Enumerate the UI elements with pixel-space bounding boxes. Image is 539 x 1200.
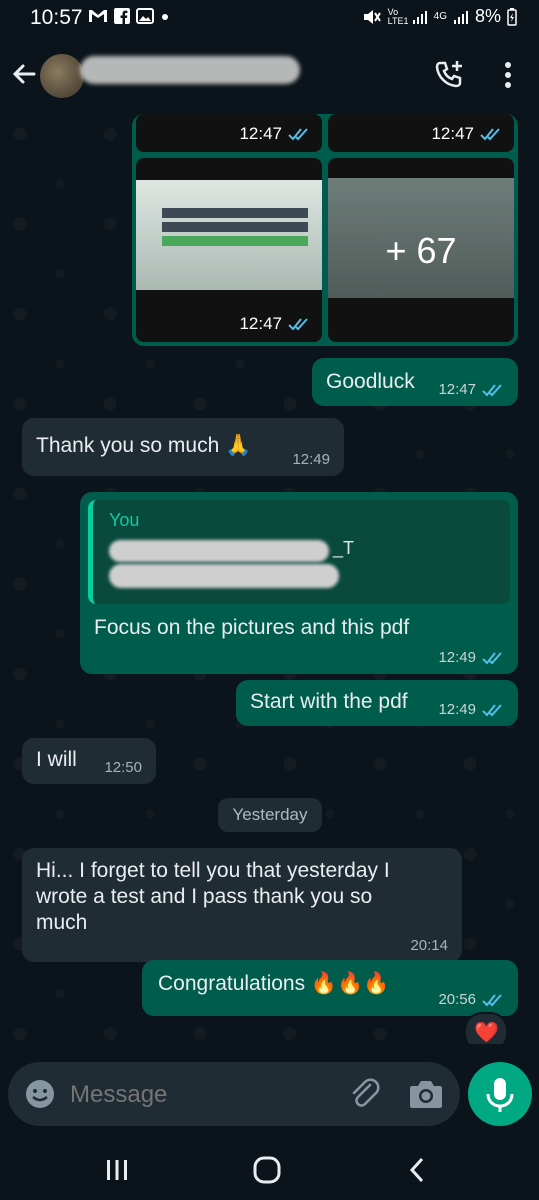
recent-apps-icon[interactable] xyxy=(102,1158,132,1182)
read-ticks-icon xyxy=(288,318,308,331)
camera-icon[interactable] xyxy=(408,1078,444,1110)
system-nav-bar xyxy=(0,1140,539,1200)
read-ticks-icon xyxy=(480,128,500,141)
add-call-icon[interactable] xyxy=(432,58,466,92)
read-ticks-icon xyxy=(482,383,502,396)
photo-time: 12:47 xyxy=(239,124,310,144)
message-meta: 12:49 xyxy=(438,701,504,718)
photo-time: 12:47 xyxy=(431,124,502,144)
dot-icon xyxy=(162,14,168,20)
network-labels: Vo LTE1 xyxy=(387,6,409,26)
read-ticks-icon xyxy=(482,651,502,664)
photo-time: 12:47 xyxy=(239,314,310,334)
status-time: 10:57 xyxy=(30,6,83,29)
heart-reaction[interactable]: ❤️ xyxy=(464,1012,508,1044)
quote-redacted xyxy=(109,564,339,588)
home-icon[interactable] xyxy=(252,1156,282,1184)
signal-1-icon xyxy=(412,10,427,24)
read-ticks-icon xyxy=(288,128,308,141)
photo-bottom-left[interactable]: 12:47 xyxy=(136,158,322,342)
message-text: Hi... I forget to tell you that yesterda… xyxy=(36,859,390,934)
quoted-message[interactable]: You _T xyxy=(88,500,510,604)
more-vert-icon[interactable] xyxy=(496,60,520,90)
back-arrow-icon[interactable] xyxy=(8,58,40,90)
message-text: Start with the pdf xyxy=(250,690,408,713)
mute-icon xyxy=(363,9,381,24)
photo-screen xyxy=(136,180,322,290)
gallery-icon xyxy=(136,8,154,24)
facebook-icon xyxy=(114,8,130,24)
message-outgoing[interactable]: Goodluck 12:47 xyxy=(312,358,518,406)
chat-header xyxy=(0,36,539,114)
message-input[interactable] xyxy=(68,1080,312,1110)
message-text: Congratulations 🔥🔥🔥 xyxy=(158,972,390,995)
message-meta: 12:50 xyxy=(104,759,142,776)
read-ticks-icon xyxy=(482,993,502,1006)
contact-name[interactable] xyxy=(80,56,300,84)
message-incoming[interactable]: I will 12:50 xyxy=(22,738,156,784)
notification-icons xyxy=(88,8,170,24)
status-bar: 10:57 Vo LTE1 4G 8% xyxy=(0,0,539,36)
battery-level: 8% xyxy=(474,6,501,26)
message-meta: 12:49 xyxy=(292,451,330,468)
message-incoming[interactable]: Thank you so much 🙏 12:49 xyxy=(22,418,344,476)
more-photos-count: + 67 xyxy=(385,230,457,271)
message-text: Goodluck xyxy=(326,370,415,393)
message-meta: 20:14 xyxy=(410,937,448,954)
photo-top-right[interactable]: 12:47 xyxy=(328,114,514,152)
avatar[interactable] xyxy=(40,54,84,98)
battery-charging-icon xyxy=(507,7,517,26)
date-separator: Yesterday xyxy=(218,798,322,832)
message-outgoing-reply[interactable]: You _T Focus on the pictures and this pd… xyxy=(80,492,518,674)
message-outgoing[interactable]: Start with the pdf 12:49 xyxy=(236,680,518,726)
attach-icon[interactable] xyxy=(346,1076,382,1112)
media-album[interactable]: 12:47 12:47 12:47 + 67 xyxy=(132,114,518,346)
message-incoming[interactable]: Hi... I forget to tell you that yesterda… xyxy=(22,848,462,962)
quote-redacted xyxy=(109,540,329,562)
message-text: Focus on the pictures and this pdf xyxy=(94,616,410,639)
message-outgoing[interactable]: Congratulations 🔥🔥🔥 20:56 xyxy=(142,960,518,1016)
chat-area[interactable]: 12:47 12:47 12:47 + 67 Goodluck 12:47 Th… xyxy=(0,114,539,1044)
message-text: Thank you so much 🙏 xyxy=(36,434,252,457)
system-status: Vo LTE1 4G 8% xyxy=(362,6,517,27)
quote-text-tail: _T xyxy=(333,538,355,558)
photo-bottom-right-more[interactable]: + 67 xyxy=(328,158,514,342)
read-ticks-icon xyxy=(482,703,502,716)
message-meta: 12:49 xyxy=(438,649,504,666)
message-meta: 20:56 xyxy=(438,991,504,1008)
gmail-icon xyxy=(89,10,107,22)
photo-top-left[interactable]: 12:47 xyxy=(136,114,322,152)
signal-2-icon xyxy=(453,10,468,24)
message-composer xyxy=(0,1044,539,1140)
voice-message-button[interactable] xyxy=(468,1062,532,1126)
message-meta: 12:47 xyxy=(438,381,504,398)
mic-icon xyxy=(486,1078,514,1112)
message-text: I will xyxy=(36,748,77,771)
nav-back-icon[interactable] xyxy=(404,1156,432,1184)
message-input-pill[interactable] xyxy=(8,1062,460,1126)
quote-author: You xyxy=(109,510,140,530)
emoji-icon[interactable] xyxy=(24,1078,56,1110)
network-type: 4G xyxy=(433,11,447,22)
